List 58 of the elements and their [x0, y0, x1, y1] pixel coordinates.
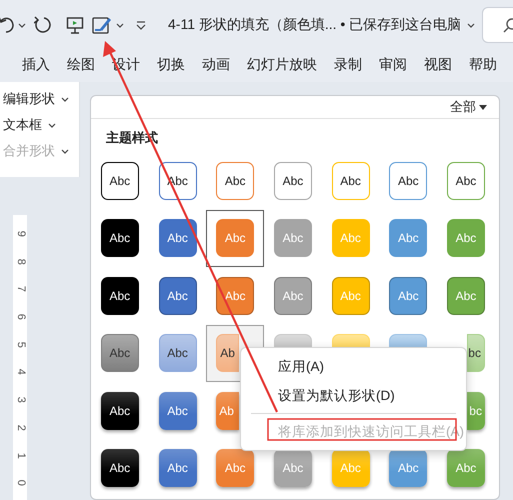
shape-style-swatch[interactable]: Ab — [216, 334, 240, 372]
shape-style-swatch[interactable]: Abc — [158, 449, 197, 488]
ribbon-tab[interactable]: 审阅 — [379, 52, 407, 80]
shape-style-swatch[interactable]: Abc — [158, 334, 197, 372]
ribbon-tab[interactable]: 录制 — [334, 52, 362, 80]
shape-style-swatch[interactable]: Abc — [158, 276, 197, 315]
ribbon-tab[interactable]: 动画 — [202, 52, 230, 80]
document-title: 4-11 形状的填充（颜色填... • 已保存到这台电脑 — [168, 16, 462, 34]
shape-style-swatch[interactable]: Abc — [100, 449, 139, 488]
ruler-number: 2 — [14, 424, 28, 431]
undo-icon[interactable] — [0, 15, 14, 35]
shape-style-swatch[interactable] — [389, 334, 428, 348]
caret-icon[interactable] — [61, 96, 69, 102]
ribbon-tab[interactable]: 视图 — [424, 52, 452, 80]
filter-dropdown[interactable]: 全部 — [450, 98, 487, 116]
ruler-number: 8 — [14, 258, 28, 265]
ruler-number: 7 — [14, 286, 28, 292]
shape-style-swatch[interactable]: Abc — [100, 219, 139, 258]
shape-style-swatch[interactable]: Abc — [100, 162, 139, 200]
ruler-number: 4 — [14, 369, 28, 376]
ribbon-tab[interactable]: 幻灯片放映 — [247, 52, 317, 80]
caret-icon[interactable] — [48, 122, 56, 128]
shape-style-swatch[interactable]: bc — [466, 334, 485, 372]
ruler-number: 5 — [14, 342, 28, 348]
caret-icon[interactable] — [467, 22, 476, 28]
shape-style-swatch[interactable]: Abc — [274, 162, 312, 200]
shape-style-swatch[interactable]: Abc — [216, 162, 254, 200]
search-field[interactable] — [482, 7, 513, 43]
search-icon — [503, 16, 513, 34]
shape-style-swatch[interactable] — [274, 334, 312, 348]
shape-style-swatch[interactable]: Abc — [446, 162, 485, 200]
ruler-number: 6 — [14, 314, 28, 320]
ribbon-tab[interactable]: 帮助 — [469, 52, 497, 80]
presentation-icon[interactable] — [66, 16, 84, 34]
shape-style-swatch[interactable]: Abc — [332, 162, 370, 200]
caret-icon — [479, 104, 487, 110]
ribbon-dropdown[interactable]: 文本框 — [3, 114, 79, 136]
shape-style-swatch[interactable]: Abc — [389, 162, 428, 200]
shape-style-swatch[interactable] — [332, 334, 370, 348]
ribbon-tab[interactable]: 插入 — [22, 52, 50, 80]
customize-toolbar-icon[interactable] — [136, 20, 146, 30]
shape-style-swatch[interactable]: Abc — [100, 334, 139, 372]
ruler-number: 0 — [14, 480, 28, 486]
ruler-number: 1 — [14, 452, 28, 458]
ribbon-tab[interactable]: 切换 — [157, 52, 185, 80]
shape-format-icon[interactable] — [92, 15, 112, 35]
shape-style-swatch[interactable]: Abc — [100, 276, 139, 315]
ruler-number: 3 — [14, 396, 28, 404]
ruler-number: 9 — [14, 230, 28, 237]
menu-item[interactable]: 应用(A) — [241, 352, 466, 381]
shape-style-swatch[interactable]: Abc — [158, 392, 197, 430]
caret-icon[interactable] — [116, 22, 124, 28]
shape-style-swatch[interactable]: Abc — [158, 219, 197, 258]
caret-icon[interactable] — [18, 22, 26, 28]
menu-item[interactable]: 设置为默认形状(D) — [241, 381, 466, 410]
shape-style-swatch[interactable]: Abc — [100, 392, 139, 430]
ribbon-dropdown[interactable]: 编辑形状 — [3, 88, 79, 110]
ribbon-tab[interactable]: 绘图 — [67, 52, 95, 80]
